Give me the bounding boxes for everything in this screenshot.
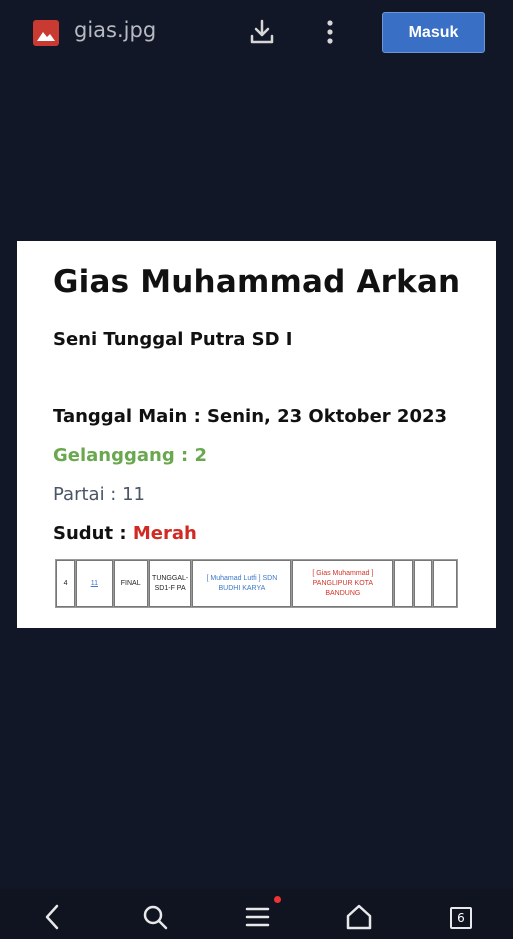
top-bar: gias.jpg Masuk [0,0,513,66]
corner-info: Sudut : Merah [53,523,197,544]
table-row: 4 11 FINAL TUNGGAL-SD1-F PA [ Muhamad Lu… [56,560,457,607]
image-file-icon [33,20,59,46]
more-vert-icon[interactable] [320,18,340,48]
notification-dot [274,896,281,903]
class-cell: TUNGGAL-SD1-F PA [148,560,192,607]
row-number: 4 [56,560,76,607]
back-icon[interactable] [40,903,68,931]
match-date: Tanggal Main : Senin, 23 Oktober 2023 [53,406,448,427]
tabs-icon[interactable]: 6 [450,907,472,929]
home-icon[interactable] [345,903,373,931]
athlete-name: Gias Muhammad Arkan [53,264,461,300]
file-name: gias.jpg [74,18,157,42]
match-number: Partai : 11 [53,484,145,505]
download-icon[interactable] [248,18,276,46]
arena-number: Gelanggang : 2 [53,445,207,466]
bottom-navigation [0,889,513,939]
round-cell: FINAL [113,560,148,607]
menu-icon[interactable] [244,903,272,931]
red-corner-cell: [ Gias Muhammad ] PANGLIPUR KOTA BANDUNG [292,560,394,607]
empty-cell [432,560,457,607]
login-button[interactable]: Masuk [382,12,485,53]
search-icon[interactable] [141,903,169,931]
bracket-table: 4 11 FINAL TUNGGAL-SD1-F PA [ Muhamad Lu… [55,559,458,608]
corner-value: Merah [132,523,197,544]
corner-label: Sudut : [53,523,133,544]
image-preview: Gias Muhammad Arkan Seni Tunggal Putra S… [17,241,496,628]
empty-cell [394,560,413,607]
empty-cell [413,560,432,607]
competition-category: Seni Tunggal Putra SD I [53,329,293,350]
blue-corner-cell: [ Muhamad Lutfi ] SDN BUDHI KARYA [192,560,292,607]
partai-link[interactable]: 11 [76,560,113,607]
